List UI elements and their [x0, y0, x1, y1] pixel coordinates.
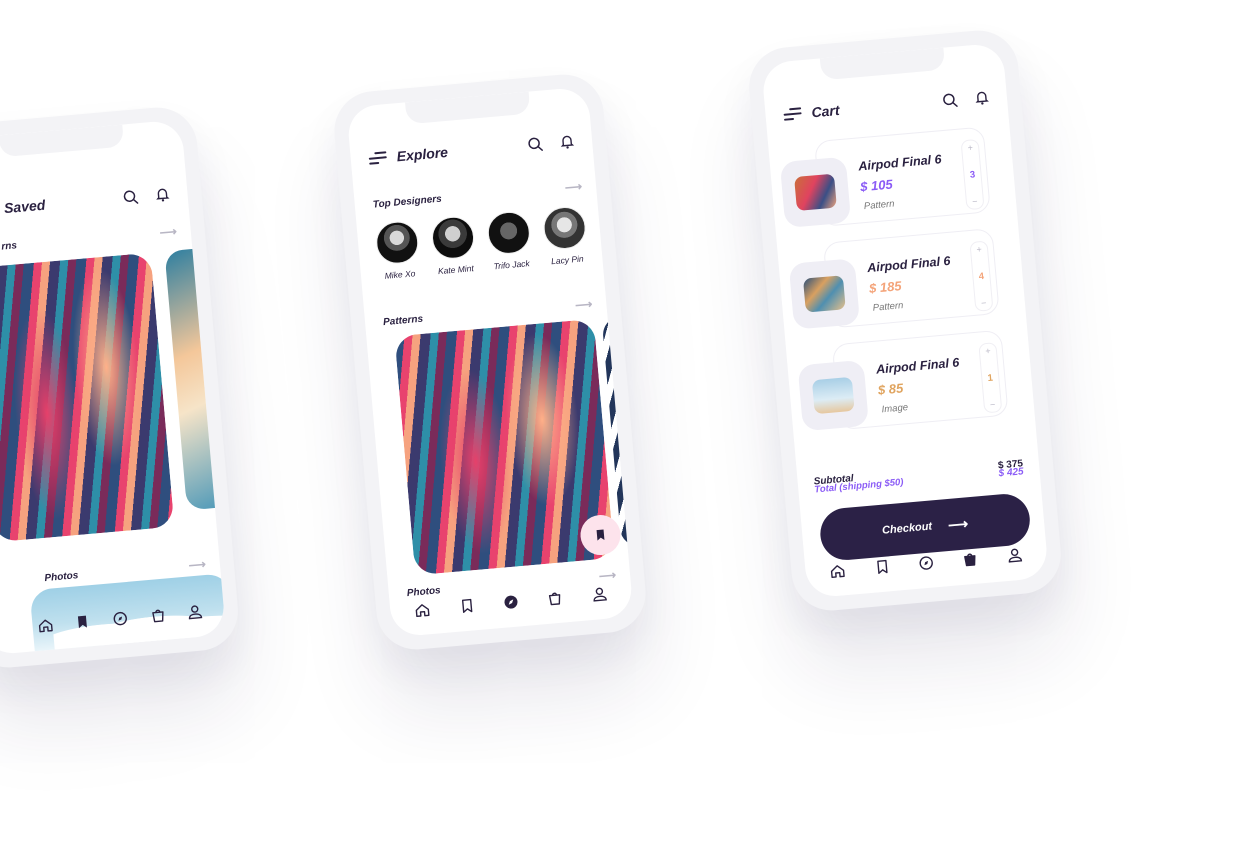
- avatar: [430, 214, 476, 261]
- designer-list: Mike Xo Kate Mint Trifo Jack Lacy Pin M: [374, 200, 634, 281]
- cart-item[interactable]: Airpod Final 6 $ 105 Pattern + 3 −: [778, 126, 991, 230]
- bookmark-icon[interactable]: [870, 555, 894, 579]
- home-icon[interactable]: [33, 613, 57, 637]
- header-explore: Explore: [368, 128, 577, 172]
- designer-item[interactable]: Kate Mint: [430, 214, 477, 277]
- search-icon[interactable]: [940, 90, 960, 110]
- arrow-right-icon[interactable]: ⟶: [575, 297, 593, 312]
- designer-item[interactable]: Mike Xo: [374, 219, 421, 281]
- avatar: [541, 205, 588, 251]
- arrow-right-icon: ⟶: [947, 514, 969, 533]
- bookmark-icon: [596, 529, 605, 541]
- screen-explore: Explore Top Designers ⟶ Mike Xo Kate Min…: [346, 86, 634, 638]
- page-title: Explore: [396, 143, 449, 165]
- designer-item[interactable]: Lacy Pin: [541, 205, 589, 267]
- arrow-right-icon[interactable]: ⟶: [564, 179, 582, 194]
- bell-icon[interactable]: [153, 185, 173, 205]
- bell-icon[interactable]: [557, 132, 577, 152]
- menu-icon[interactable]: [783, 106, 802, 122]
- increment-button[interactable]: +: [967, 142, 973, 152]
- page-title: Cart: [810, 101, 841, 121]
- total-value: $ 425: [998, 466, 1025, 480]
- phone-explore: Explore Top Designers ⟶ Mike Xo Kate Min…: [331, 71, 649, 653]
- product-thumbnail: [797, 359, 870, 432]
- bookmark-icon[interactable]: [455, 594, 479, 618]
- avatar: [597, 200, 634, 246]
- designer-name: Mike Xo: [384, 268, 416, 281]
- bell-icon[interactable]: [972, 88, 992, 108]
- designer-item[interactable]: M: [597, 200, 634, 261]
- section-top-designers: Top Designers ⟶: [372, 179, 582, 211]
- designer-name: Lacy Pin: [550, 253, 585, 267]
- bag-icon[interactable]: [146, 603, 170, 627]
- header-cart: Cart: [782, 84, 991, 128]
- phone-notch: [819, 47, 946, 81]
- product-thumbnail: [779, 156, 852, 229]
- home-icon[interactable]: [411, 598, 435, 622]
- avatar: [486, 210, 532, 256]
- menu-icon[interactable]: [368, 150, 387, 166]
- arrow-right-icon[interactable]: ⟶: [159, 224, 177, 239]
- checkout-label: Checkout: [881, 520, 933, 537]
- header-saved: Saved: [0, 181, 173, 225]
- decrement-button[interactable]: −: [972, 196, 978, 206]
- avatar: [374, 219, 420, 266]
- decrement-button[interactable]: −: [981, 298, 987, 308]
- section-label: Photos: [43, 569, 79, 584]
- quantity-value: 4: [978, 270, 985, 282]
- designer-item[interactable]: Trifo Jack: [486, 210, 533, 271]
- product-price: $ 185: [868, 278, 903, 296]
- product-thumbnail: [788, 258, 861, 330]
- increment-button[interactable]: +: [976, 244, 982, 254]
- section-label: rns: [0, 239, 18, 253]
- home-icon[interactable]: [826, 559, 850, 583]
- user-icon[interactable]: [587, 582, 611, 606]
- page-title: Saved: [3, 196, 46, 217]
- section-label: Patterns: [382, 313, 424, 328]
- cart-item[interactable]: Airpod Final 6 $ 85 Image + 1 −: [796, 329, 1009, 434]
- screen-saved: Saved rns ⟶ Photos ⟶: [0, 119, 227, 656]
- screen-cart: Cart Airpod Final 6 $ 105 Pattern + 3 −: [761, 42, 1049, 599]
- search-icon[interactable]: [121, 187, 141, 207]
- product-type: Image: [881, 402, 909, 416]
- bookmark-icon[interactable]: [71, 610, 95, 634]
- compass-icon[interactable]: [108, 607, 132, 631]
- designer-name: Kate Mint: [437, 263, 475, 277]
- phone-cart: Cart Airpod Final 6 $ 105 Pattern + 3 −: [745, 27, 1065, 614]
- decrement-button[interactable]: −: [990, 399, 996, 409]
- product-price: $ 105: [859, 176, 894, 195]
- bag-icon[interactable]: [958, 547, 982, 571]
- phone-notch: [0, 124, 125, 158]
- designer-name: Trifo Jack: [493, 258, 531, 272]
- cart-item[interactable]: Airpod Final 6 $ 185 Pattern + 4 −: [787, 228, 1000, 332]
- product-price: $ 85: [877, 380, 904, 398]
- section-label: Top Designers: [372, 193, 443, 211]
- user-icon[interactable]: [1003, 543, 1027, 567]
- pattern-card-next[interactable]: [164, 247, 227, 511]
- search-icon[interactable]: [525, 134, 545, 154]
- arrow-right-icon[interactable]: ⟶: [188, 557, 206, 572]
- compass-icon[interactable]: [499, 590, 523, 614]
- designer-name: M: [619, 249, 628, 261]
- phone-saved: Saved rns ⟶ Photos ⟶: [0, 104, 242, 671]
- compass-icon[interactable]: [914, 551, 938, 575]
- phone-notch: [405, 91, 531, 125]
- user-icon[interactable]: [183, 600, 207, 624]
- bag-icon[interactable]: [543, 586, 567, 610]
- quantity-value: 3: [969, 168, 976, 181]
- increment-button[interactable]: +: [985, 346, 991, 356]
- pattern-card[interactable]: [0, 252, 175, 543]
- section-patterns: rns ⟶: [0, 224, 177, 256]
- quantity-value: 1: [987, 372, 994, 384]
